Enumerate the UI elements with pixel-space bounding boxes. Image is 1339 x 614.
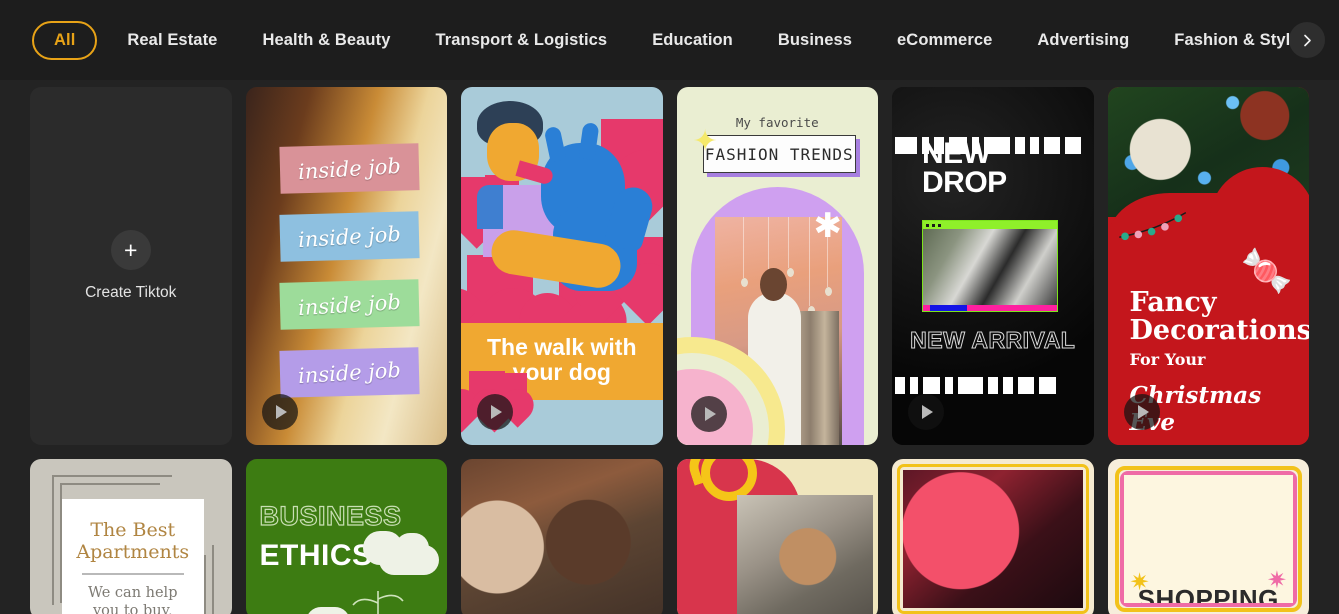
clothes-rack (796, 310, 840, 445)
category-tab-all[interactable]: All (32, 20, 98, 60)
window-footer-bar (923, 305, 1057, 311)
star-icon: ✱ (813, 207, 843, 245)
play-icon[interactable] (261, 394, 298, 430)
film-strip-bottom (892, 377, 1094, 394)
decor-line (211, 545, 214, 614)
window-title-bar (923, 221, 1057, 229)
new-drop-title: NEW DROP (922, 137, 1007, 200)
fashion-title: FASHION TRENDS (704, 144, 854, 164)
inside-job-bar-green: inside job (279, 279, 420, 330)
category-tab-ecommerce[interactable]: eCommerce (897, 31, 992, 50)
template-card-christmas-decorations[interactable]: 🍬 Fancy Decorations For Your Christmas E… (1107, 87, 1310, 445)
template-card-shopping[interactable]: ✷ ✷ SHOPPING (1107, 459, 1309, 614)
gym-photo (736, 495, 873, 614)
template-card-new-drop[interactable]: NEW DROP NEW ARRIVAL (892, 87, 1094, 445)
template-card-fashion-trends[interactable]: My favorite FASHION TRENDS ✦ ✱ (676, 87, 878, 445)
template-card-best-apartments[interactable]: The Best Apartments We can help you to b… (30, 459, 232, 614)
sneaker-window (922, 220, 1058, 312)
apartments-body: We can help you to buy, (88, 584, 178, 614)
play-icon[interactable] (908, 394, 944, 430)
category-tab-advertising[interactable]: Advertising (1037, 31, 1129, 50)
inside-job-bar-pink: inside job (279, 143, 420, 194)
apartments-inner-panel: The Best Apartments We can help you to b… (62, 499, 204, 614)
decor-line (52, 475, 54, 605)
business-ethics-line1: BUSINESS (259, 500, 402, 531)
play-icon[interactable] (477, 394, 513, 430)
balloon-frame (897, 464, 1089, 614)
decor-line (60, 483, 160, 485)
decor-line (52, 475, 172, 477)
template-grid: + Create Tiktok inside job inside job in… (0, 80, 1339, 614)
create-tiktok-card[interactable]: + Create Tiktok (30, 87, 232, 445)
cloud-icon (395, 533, 429, 563)
category-nav-bar: All Real Estate Health & Beauty Transpor… (0, 0, 1339, 80)
shopping-inner-panel: ✷ ✷ SHOPPING (1123, 475, 1293, 603)
category-tab-business[interactable]: Business (778, 31, 852, 50)
business-ethics-line2: ETHICS (259, 539, 373, 572)
nav-scroll-right-button[interactable] (1289, 22, 1325, 58)
template-card-gym[interactable] (676, 459, 878, 614)
decor-line (203, 555, 206, 614)
inside-job-bar-purple: inside job (279, 347, 420, 398)
shopping-word: SHOPPING (1137, 584, 1279, 603)
category-tab-transport-logistics[interactable]: Transport & Logistics (435, 31, 607, 50)
plus-icon: + (110, 230, 151, 270)
play-icon[interactable] (1123, 394, 1160, 430)
sneaker-photo (923, 229, 1057, 305)
category-tab-real-estate[interactable]: Real Estate (127, 31, 217, 50)
person-sleeve (477, 185, 503, 229)
dog-ear (543, 125, 567, 163)
template-card-walk-with-your-dog[interactable]: The walk with your dog (461, 87, 663, 445)
christmas-line1: Fancy (1129, 287, 1217, 318)
play-icon[interactable] (690, 396, 727, 432)
category-tab-education[interactable]: Education (652, 31, 733, 50)
cloud-icon (305, 607, 350, 614)
template-card-business-ethics[interactable]: BUSINESS ETHICS (245, 459, 447, 614)
template-card-women-photo[interactable] (461, 459, 663, 614)
category-tab-fashion-style[interactable]: Fashion & Style (1174, 31, 1299, 50)
apartments-title: The Best Apartments (76, 519, 190, 564)
christmas-line2: Decorations (1129, 315, 1310, 347)
dog-title-line1: The walk with (486, 333, 637, 360)
christmas-line3: For Your (1129, 350, 1206, 370)
balloon-photo (903, 470, 1083, 608)
create-tiktok-label: Create Tiktok (85, 284, 177, 301)
new-arrival-text: NEW ARRIVAL (910, 327, 1076, 354)
chevron-right-icon (1303, 34, 1311, 46)
fashion-title-box: FASHION TRENDS (702, 135, 856, 173)
garland-icon (1118, 211, 1186, 241)
template-card-balloon[interactable] (892, 459, 1094, 614)
category-tab-health-beauty[interactable]: Health & Beauty (262, 31, 390, 50)
sparkle-icon: ✦ (692, 125, 718, 158)
template-card-inside-job[interactable]: inside job inside job inside job inside … (245, 87, 447, 445)
inside-job-bar-blue: inside job (279, 211, 420, 262)
plant-icon (352, 591, 404, 614)
